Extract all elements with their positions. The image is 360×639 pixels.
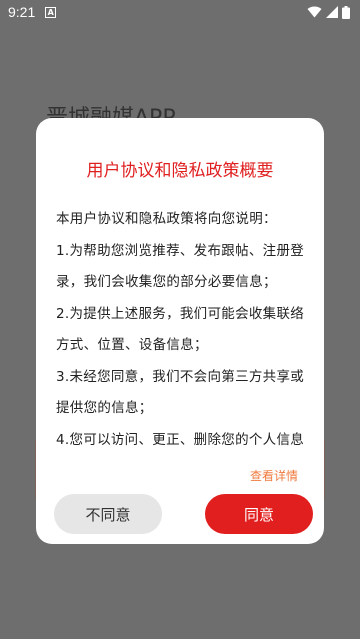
status-time: 9:21 [8, 4, 36, 20]
status-icons [307, 5, 350, 19]
dialog-body[interactable]: 本用户协议和隐私政策将向您说明： 1.为帮助您浏览推荐、发布跟帖、注册登录，我们… [56, 204, 306, 462]
dialog-paragraph: 3.未经您同意，我们不会向第三方共享或提供您的信息； [56, 368, 305, 417]
privacy-dialog: 用户协议和隐私政策概要 本用户协议和隐私政策将向您说明： 1.为帮助您浏览推荐、… [36, 118, 324, 544]
notification-icon: A [45, 6, 57, 18]
battery-icon [342, 5, 350, 19]
agree-button[interactable]: 同意 [205, 494, 313, 534]
dialog-paragraph: 4.您可以访问、更正、删除您的个人信息 [56, 431, 305, 448]
signal-icon [326, 6, 338, 18]
view-details-link[interactable]: 查看详情 [250, 467, 298, 484]
dialog-paragraph: 1.为帮助您浏览推荐、发布跟帖、注册登录，我们会收集您的部分必要信息； [56, 242, 305, 291]
wifi-icon [307, 6, 322, 18]
dialog-paragraph: 2.为提供上述服务，我们可能会收集联络方式、位置、设备信息； [56, 305, 305, 354]
dialog-paragraph: 本用户协议和隐私政策将向您说明： [56, 211, 277, 227]
disagree-button[interactable]: 不同意 [54, 494, 162, 534]
dialog-title: 用户协议和隐私政策概要 [86, 161, 274, 181]
status-bar: 9:21 A [0, 0, 360, 24]
